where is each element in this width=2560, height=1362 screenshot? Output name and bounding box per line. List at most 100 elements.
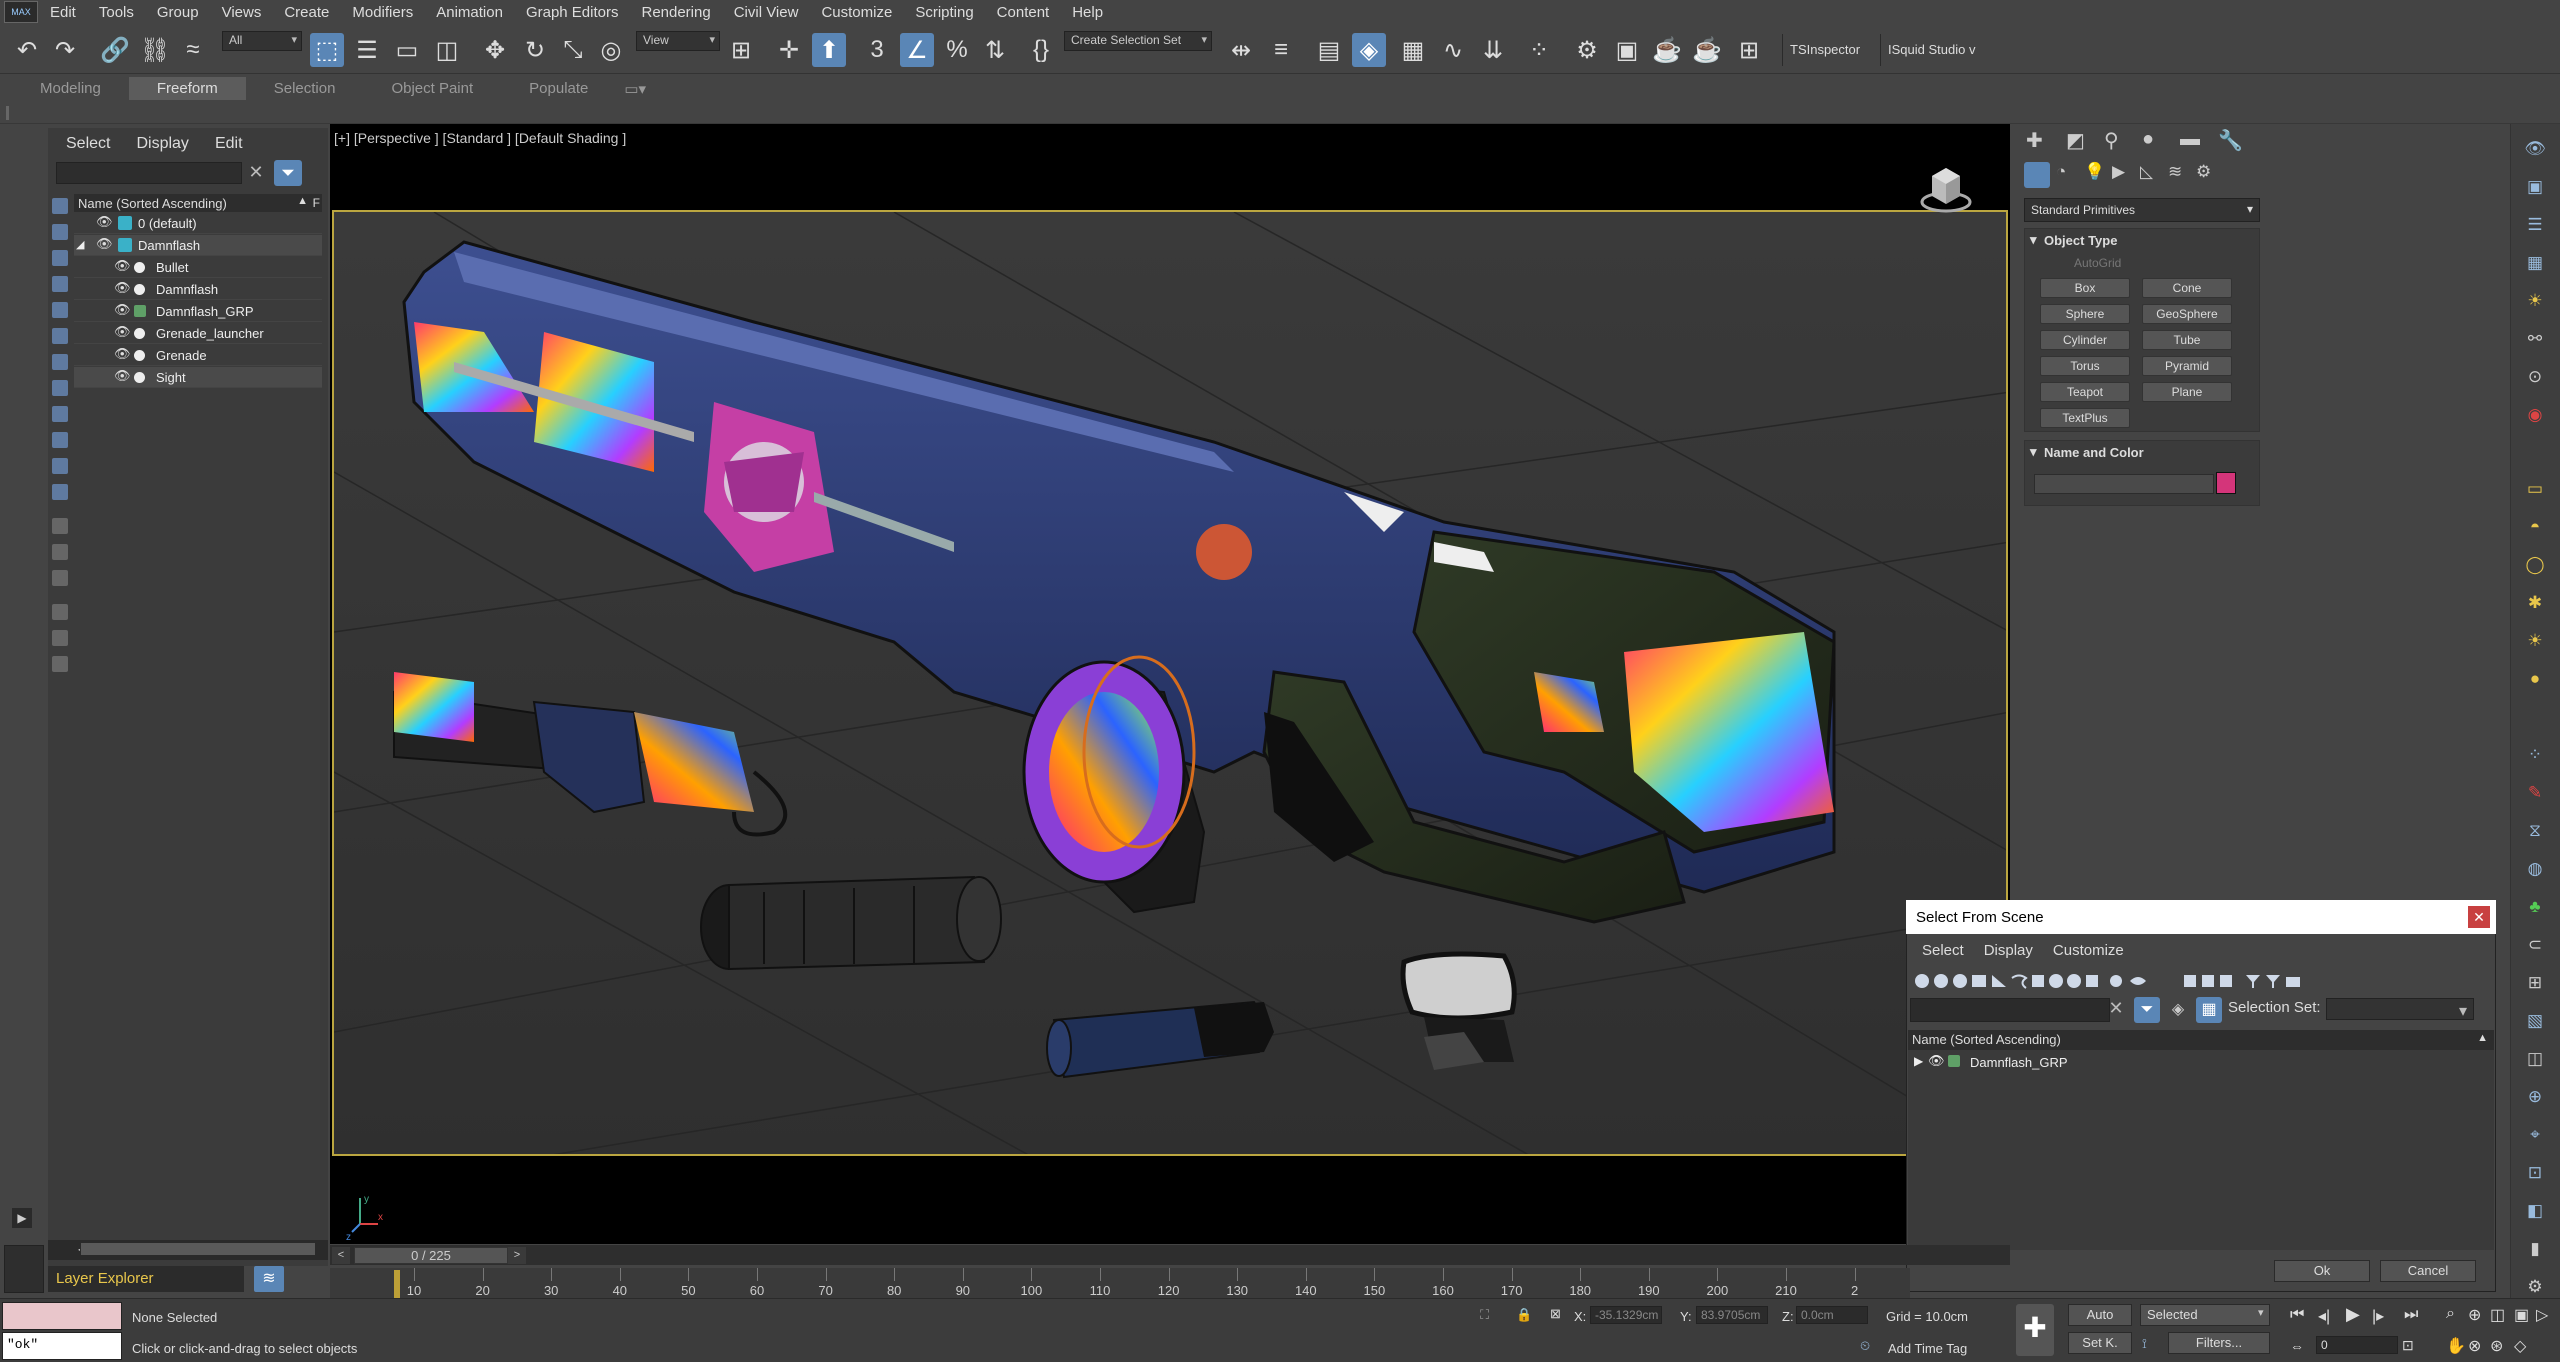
walkthrough-icon[interactable]: ⊗: [2468, 1336, 2481, 1356]
snaps-toggle-icon[interactable]: 3: [860, 33, 894, 67]
viewport-label[interactable]: [+] [Perspective ] [Standard ] [Default …: [334, 130, 626, 146]
tab-freeform[interactable]: Freeform: [128, 77, 246, 100]
menu-customize[interactable]: Customize: [821, 4, 892, 21]
display-bones-icon[interactable]: [52, 406, 68, 422]
keyboard-shortcut-override-icon[interactable]: ⬆: [812, 33, 846, 67]
expand-arrow-icon[interactable]: ◢: [76, 238, 84, 251]
create-tab-icon[interactable]: ✚: [2026, 128, 2043, 153]
toggle-scene-explorer-icon[interactable]: ▤: [1312, 33, 1346, 67]
zoom-extents-all-icon[interactable]: ▣: [2514, 1305, 2529, 1325]
dialog-column-header[interactable]: Name (Sorted Ascending) ▲: [1908, 1030, 2494, 1050]
visibility-eye-icon[interactable]: 👁: [114, 302, 131, 318]
menu-animation[interactable]: Animation: [436, 4, 503, 21]
ok-button[interactable]: Ok: [2274, 1260, 2370, 1282]
visibility-eye-icon[interactable]: 👁: [114, 324, 131, 340]
orbit-icon[interactable]: ⊛: [2490, 1336, 2503, 1356]
layers-icon[interactable]: ◈: [2166, 997, 2190, 1023]
mini-viewport-icon[interactable]: [4, 1245, 44, 1293]
go-to-end-icon[interactable]: ⏭: [2404, 1306, 2418, 1324]
schematic-view-icon[interactable]: ⇊: [1476, 33, 1510, 67]
select-object-icon[interactable]: ⬚: [310, 33, 344, 67]
list-item[interactable]: ▶ 👁 Damnflash_GRP: [1910, 1052, 2490, 1072]
display-lights-icon[interactable]: [52, 250, 68, 266]
select-icon[interactable]: ▣: [2523, 176, 2547, 198]
menu-content[interactable]: Content: [997, 4, 1050, 21]
menu-views[interactable]: Views: [222, 4, 262, 21]
render-layout-icon[interactable]: ⊞: [1732, 33, 1766, 67]
camera-icon[interactable]: ◧: [2523, 1200, 2547, 1222]
time-tag-icon[interactable]: ⏲: [1860, 1338, 1870, 1354]
object-name-field[interactable]: [2034, 474, 2214, 494]
joint-icon[interactable]: ⊙: [2523, 366, 2547, 388]
bug-icon[interactable]: ✱: [2523, 592, 2547, 614]
cylinder-button[interactable]: Cylinder: [2040, 330, 2130, 350]
list-item[interactable]: 👁 Grenade: [74, 345, 322, 366]
select-by-name-icon[interactable]: ☰: [350, 33, 384, 67]
name-color-header[interactable]: Name and Color: [2044, 445, 2144, 460]
dialog-search-input[interactable]: [1910, 998, 2110, 1022]
ball-icon[interactable]: ●: [2523, 668, 2547, 690]
selection-set-dropdown[interactable]: [2326, 998, 2474, 1021]
scene-explorer-column-header[interactable]: Name (Sorted Ascending) ▲ F: [74, 194, 322, 212]
time-config-icon[interactable]: ⊡: [2402, 1337, 2414, 1354]
time-slider[interactable]: 0 / 225: [354, 1247, 508, 1264]
visibility-eye-icon[interactable]: 👁: [96, 214, 113, 230]
dialog-title[interactable]: Select From Scene: [1906, 900, 2496, 934]
manipulate-icon[interactable]: ✛: [772, 33, 806, 67]
window-crossing-icon[interactable]: ◫: [430, 33, 464, 67]
scatter-icon[interactable]: ⊡: [2523, 1162, 2547, 1184]
mirror-tool-icon[interactable]: ⧖: [2523, 820, 2547, 842]
track-bar[interactable]: 10 20 30 40 50 60 70 80 90 100 110 120 130 140 150 160 1…: [330, 1268, 1910, 1300]
record-icon[interactable]: ◉: [2523, 404, 2547, 426]
motion-tab-icon[interactable]: ●: [2142, 128, 2154, 151]
tree-icon[interactable]: ♣: [2523, 896, 2547, 918]
object-color-swatch[interactable]: [2216, 472, 2236, 494]
key-filter-dropdown[interactable]: Selected: [2140, 1304, 2270, 1326]
menu-graph-editors[interactable]: Graph Editors: [526, 4, 619, 21]
globe-icon[interactable]: ◍: [2523, 858, 2547, 880]
link-tool-icon[interactable]: ⚯: [2523, 328, 2547, 350]
layout-icon[interactable]: ▦: [2523, 252, 2547, 274]
align-icon[interactable]: ≡: [1264, 33, 1298, 67]
teapot-button[interactable]: Teapot: [2040, 382, 2130, 402]
maxscript-listener-input[interactable]: [2, 1302, 122, 1330]
display-groups-icon[interactable]: [52, 354, 68, 370]
list-item[interactable]: 👁 Bullet: [74, 257, 322, 278]
toggle-ribbon-icon[interactable]: ▦: [1396, 33, 1430, 67]
scene-explorer-menu-edit[interactable]: Edit: [215, 135, 243, 153]
filter-funnel-icon[interactable]: [52, 630, 68, 646]
key-filters-button[interactable]: Filters...: [2168, 1332, 2270, 1354]
ribbon-options-icon[interactable]: ▭▾: [616, 77, 654, 101]
cloth-icon[interactable]: ▧: [2523, 1010, 2547, 1032]
tab-modeling[interactable]: Modeling: [12, 77, 129, 100]
place-icon[interactable]: ◎: [594, 33, 628, 67]
percent-snap-icon[interactable]: %: [940, 33, 974, 67]
angle-snap-icon[interactable]: ∠: [900, 33, 934, 67]
tab-selection[interactable]: Selection: [246, 77, 364, 100]
bone-icon[interactable]: ⌖: [2523, 1124, 2547, 1146]
viewport-render-area[interactable]: [332, 210, 2008, 1156]
go-to-start-icon[interactable]: ⏮: [2290, 1306, 2304, 1324]
isolate-icon[interactable]: ⛶: [1480, 1307, 1489, 1323]
modify-tab-icon[interactable]: ◩: [2066, 128, 2085, 153]
tab-populate[interactable]: Populate: [501, 77, 616, 100]
rollout-collapse-icon[interactable]: ▾: [2030, 444, 2037, 460]
menu-create[interactable]: Create: [284, 4, 329, 21]
z-coord-field[interactable]: 0.0cm: [1796, 1306, 1868, 1324]
scene-explorer-menu-display[interactable]: Display: [136, 135, 188, 153]
zoom-all-icon[interactable]: ⊕: [2468, 1305, 2481, 1325]
create-key-icon[interactable]: ✚: [2016, 1304, 2054, 1356]
viewport-lower-area[interactable]: y x z: [332, 1160, 2008, 1243]
move-icon[interactable]: ✥: [478, 33, 512, 67]
textplus-button[interactable]: TextPlus: [2040, 408, 2130, 428]
display-invert-icon[interactable]: [52, 570, 68, 586]
lights-category-icon[interactable]: 💡: [2084, 162, 2105, 182]
link-icon[interactable]: 🔗: [98, 33, 132, 67]
geosphere-button[interactable]: GeoSphere: [2142, 304, 2232, 324]
scene-explorer-search-input[interactable]: [56, 162, 242, 184]
particles-icon[interactable]: ⁘: [2523, 744, 2547, 766]
material-editor-icon[interactable]: ⁘: [1522, 33, 1556, 67]
snap-tool-icon[interactable]: ▮: [2523, 1238, 2547, 1260]
tube-button[interactable]: Tube: [2142, 330, 2232, 350]
config-icon[interactable]: ⚙: [2523, 1276, 2547, 1298]
